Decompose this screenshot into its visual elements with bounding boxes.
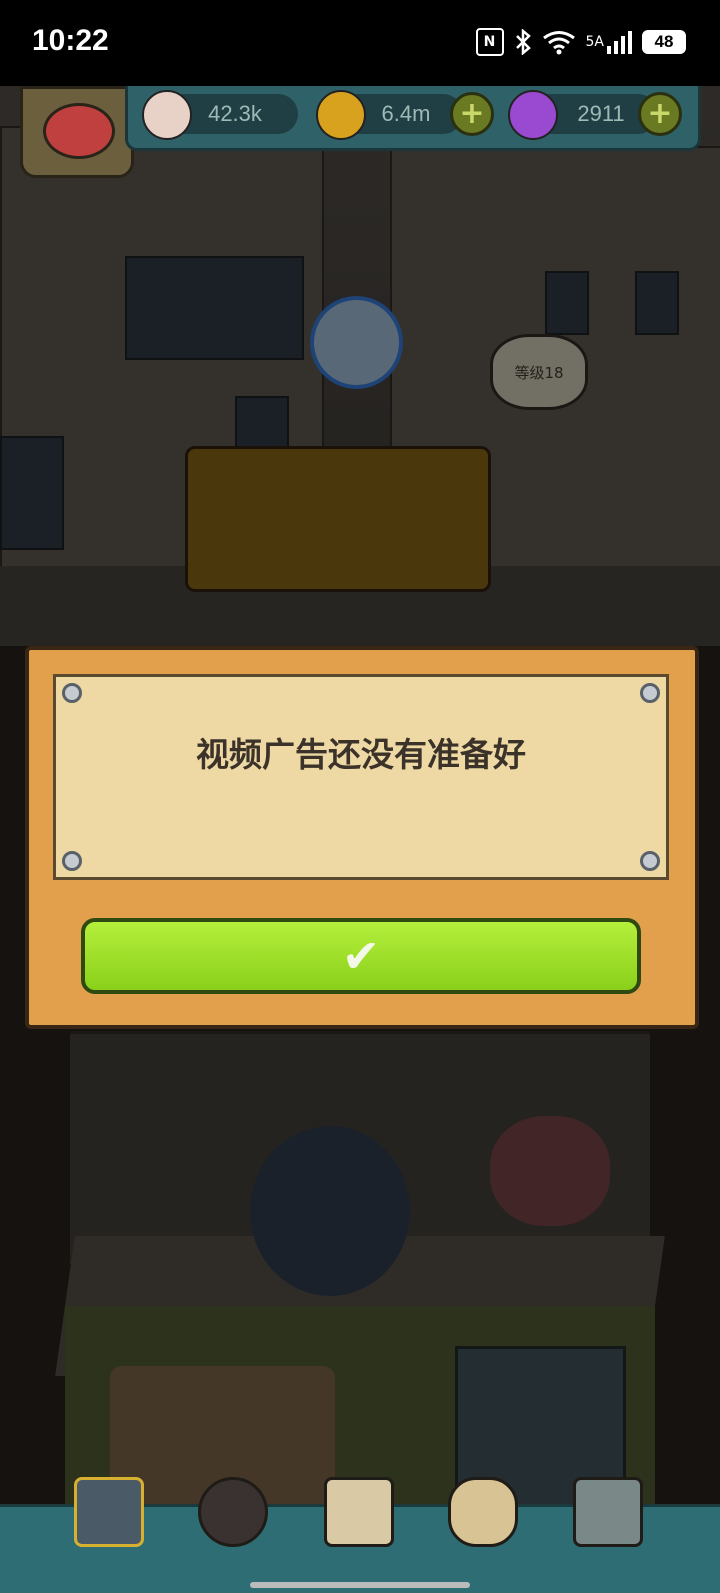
eyeball-count: 42.3k (208, 101, 262, 126)
nav-money-bag-button[interactable] (440, 1467, 526, 1557)
eyeball-icon (142, 90, 192, 140)
battery-indicator: 48 (642, 30, 686, 54)
add-potions-button[interactable]: + (638, 92, 682, 136)
recipe-book-icon (324, 1477, 394, 1547)
bottom-nav (0, 1477, 720, 1593)
home-indicator[interactable] (250, 1582, 470, 1588)
nav-recipe-book-button[interactable] (316, 1467, 402, 1557)
coin-count: 6.4m (381, 101, 431, 126)
nav-building-button[interactable] (66, 1467, 152, 1557)
confirm-button[interactable]: ✔ (81, 918, 641, 994)
bolt-icon (62, 851, 82, 871)
dialog-message: 视频广告还没有准备好 (196, 735, 526, 774)
nav-monster-button[interactable] (190, 1467, 276, 1557)
signal-label: 5A (585, 34, 604, 50)
potion-icon (508, 90, 558, 140)
nfc-icon: N (475, 28, 504, 56)
status-icons: N 5A 48 (475, 28, 686, 56)
status-time: 10:22 (32, 24, 109, 57)
wifi-icon (542, 28, 576, 56)
bluetooth-icon (514, 28, 532, 56)
building-icon (74, 1477, 144, 1547)
money-bag-icon (448, 1477, 518, 1547)
monster-grid-icon (573, 1477, 643, 1547)
game-scene[interactable]: 等级18 42.3k 6.4m + 2911 + 视频广告还没有准备好 ✔ (0, 86, 720, 1593)
coin-icon (316, 90, 366, 140)
ad-not-ready-dialog: 视频广告还没有准备好 ✔ (25, 646, 699, 1029)
resource-bar: 42.3k 6.4m + 2911 + (125, 86, 701, 151)
checkmark-icon: ✔ (341, 929, 381, 983)
cell-signal-icon: 5A (586, 28, 632, 56)
add-coins-button[interactable]: + (450, 92, 494, 136)
player-avatar[interactable] (20, 86, 134, 178)
dialog-paper: 视频广告还没有准备好 (53, 674, 669, 880)
status-bar: 10:22 N 5A 48 (0, 0, 720, 86)
nav-monster-grid-button[interactable] (565, 1467, 651, 1557)
bolt-icon (640, 851, 660, 871)
robot-avatar-icon (43, 103, 115, 159)
monster-icon (198, 1477, 268, 1547)
potion-count: 2911 (577, 101, 625, 126)
